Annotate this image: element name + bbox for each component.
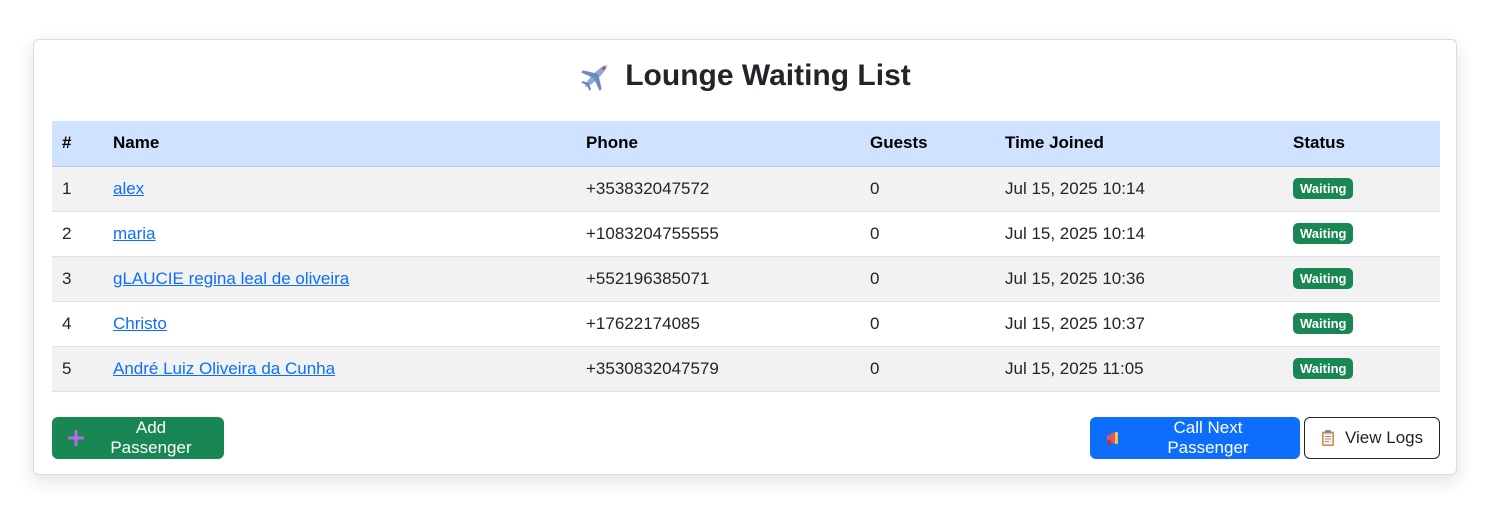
name-cell: alex <box>103 166 576 212</box>
view-logs-button[interactable]: View Logs <box>1304 417 1440 459</box>
row-number: 3 <box>52 256 103 302</box>
page-title-text: Lounge Waiting List <box>625 59 911 92</box>
passenger-name-link[interactable]: Christo <box>113 314 167 333</box>
time-joined-cell: Jul 15, 2025 10:14 <box>995 211 1283 257</box>
column-header-name: Name <box>103 121 576 167</box>
waiting-list-card: Lounge Waiting List # Name Phone Guests … <box>33 39 1457 475</box>
name-cell: Christo <box>103 301 576 347</box>
status-cell: Waiting <box>1283 256 1440 302</box>
guests-cell: 0 <box>860 166 995 212</box>
status-badge: Waiting <box>1293 223 1354 244</box>
phone-cell: +17622174085 <box>576 301 860 347</box>
status-cell: Waiting <box>1283 166 1440 212</box>
name-cell: gLAUCIE regina leal de oliveira <box>103 256 576 302</box>
row-number: 2 <box>52 211 103 257</box>
row-number: 4 <box>52 301 103 347</box>
time-joined-cell: Jul 15, 2025 10:36 <box>995 256 1283 302</box>
megaphone-icon <box>1106 432 1118 445</box>
column-header-guests: Guests <box>860 121 995 167</box>
add-passenger-button[interactable]: Add Passenger <box>52 417 224 459</box>
guests-cell: 0 <box>860 256 995 302</box>
passenger-name-link[interactable]: gLAUCIE regina leal de oliveira <box>113 269 349 288</box>
call-next-passenger-label: Call Next Passenger <box>1167 418 1249 457</box>
add-passenger-label: Add Passenger <box>110 418 192 457</box>
table-row: 3 gLAUCIE regina leal de oliveira +55219… <box>52 256 1440 302</box>
table-header-row: # Name Phone Guests Time Joined Status <box>52 121 1440 167</box>
status-badge: Waiting <box>1293 313 1354 334</box>
table-row: 5 André Luiz Oliveira da Cunha +35308320… <box>52 346 1440 392</box>
column-header-time-joined: Time Joined <box>995 121 1283 167</box>
status-badge: Waiting <box>1293 178 1354 199</box>
status-cell: Waiting <box>1283 211 1440 257</box>
column-header-status: Status <box>1283 121 1440 167</box>
page-title: Lounge Waiting List <box>34 58 1456 94</box>
guests-cell: 0 <box>860 346 995 392</box>
name-cell: André Luiz Oliveira da Cunha <box>103 346 576 392</box>
column-header-phone: Phone <box>576 121 860 167</box>
phone-cell: +353832047572 <box>576 166 860 212</box>
column-header-number: # <box>52 121 103 167</box>
phone-cell: +3530832047579 <box>576 346 860 392</box>
passenger-name-link[interactable]: maria <box>113 224 156 243</box>
passenger-name-link[interactable]: André Luiz Oliveira da Cunha <box>113 359 335 378</box>
waiting-list-table: # Name Phone Guests Time Joined Status 1… <box>52 121 1440 392</box>
airplane-icon <box>581 65 608 91</box>
view-logs-label: View Logs <box>1345 428 1424 447</box>
status-cell: Waiting <box>1283 301 1440 347</box>
phone-cell: +1083204755555 <box>576 211 860 257</box>
name-cell: maria <box>103 211 576 257</box>
time-joined-cell: Jul 15, 2025 10:14 <box>995 166 1283 212</box>
call-next-passenger-button[interactable]: Call Next Passenger <box>1090 417 1300 459</box>
plus-icon <box>67 430 84 446</box>
status-badge: Waiting <box>1293 268 1354 289</box>
row-number: 1 <box>52 166 103 212</box>
status-cell: Waiting <box>1283 346 1440 392</box>
guests-cell: 0 <box>860 211 995 257</box>
passenger-name-link[interactable]: alex <box>113 179 144 198</box>
table-row: 1 alex +353832047572 0 Jul 15, 2025 10:1… <box>52 166 1440 212</box>
phone-cell: +552196385071 <box>576 256 860 302</box>
time-joined-cell: Jul 15, 2025 10:37 <box>995 301 1283 347</box>
row-number: 5 <box>52 346 103 392</box>
clipboard-icon <box>1322 430 1334 446</box>
status-badge: Waiting <box>1293 358 1354 379</box>
time-joined-cell: Jul 15, 2025 11:05 <box>995 346 1283 392</box>
table-row: 4 Christo +17622174085 0 Jul 15, 2025 10… <box>52 301 1440 347</box>
guests-cell: 0 <box>860 301 995 347</box>
table-row: 2 maria +1083204755555 0 Jul 15, 2025 10… <box>52 211 1440 257</box>
